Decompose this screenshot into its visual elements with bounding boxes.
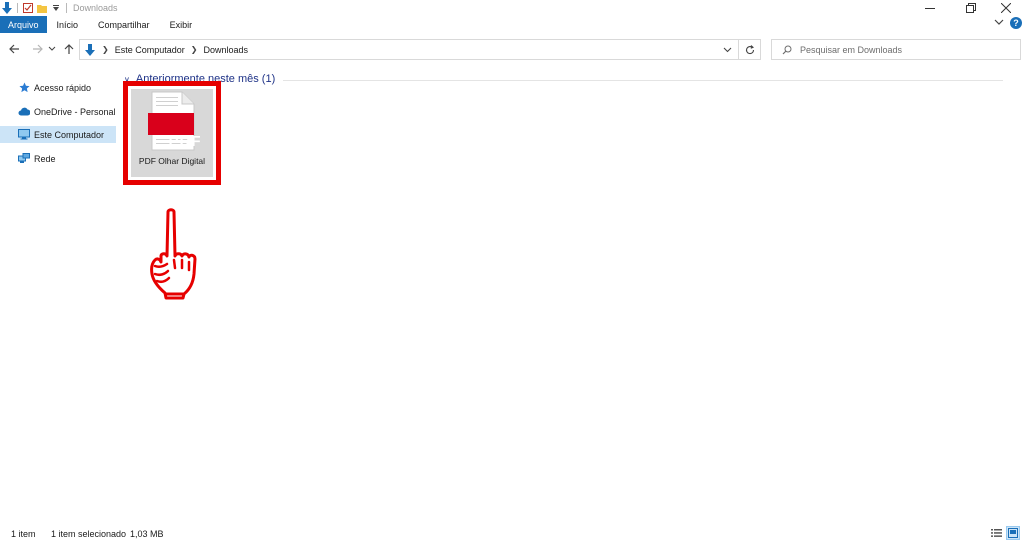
details-view-button[interactable] bbox=[989, 526, 1003, 540]
recent-locations-button[interactable] bbox=[47, 41, 57, 57]
sidebar-item-label: Acesso rápido bbox=[34, 82, 92, 93]
breadcrumb-chevron-icon[interactable]: ❯ bbox=[102, 45, 109, 54]
restore-icon bbox=[966, 3, 976, 13]
group-divider bbox=[283, 80, 1003, 81]
forward-button[interactable] bbox=[30, 41, 44, 57]
sidebar-item-label: Este Computador bbox=[34, 129, 105, 140]
sidebar-item-acesso-rapido[interactable]: Acesso rápido bbox=[0, 79, 116, 96]
sidebar-item-label: Rede bbox=[34, 153, 56, 164]
help-button[interactable]: ? bbox=[1010, 17, 1022, 29]
close-icon bbox=[1001, 3, 1011, 13]
new-folder-icon[interactable] bbox=[35, 1, 49, 15]
minimize-icon bbox=[925, 8, 935, 9]
quick-access-toolbar bbox=[0, 0, 70, 16]
toolbar-separator bbox=[17, 3, 18, 13]
breadcrumb-este-computador[interactable]: Este Computador bbox=[115, 45, 185, 55]
sidebar-item-label: OneDrive - Personal bbox=[34, 106, 116, 117]
cloud-icon bbox=[18, 106, 30, 118]
chevron-down-icon bbox=[994, 19, 1004, 25]
tab-inicio[interactable]: Início bbox=[47, 16, 89, 33]
status-bar: 1 item 1 item selecionado 1,03 MB bbox=[0, 523, 1024, 545]
large-icons-view-icon bbox=[1008, 528, 1018, 538]
up-button[interactable] bbox=[62, 41, 76, 57]
back-button[interactable] bbox=[7, 41, 21, 57]
status-size: 1,03 MB bbox=[130, 529, 164, 539]
minimize-button[interactable] bbox=[913, 0, 947, 16]
navigation-pane: Acesso rápido OneDrive - Personal Este C… bbox=[0, 66, 118, 521]
download-arrow-icon[interactable] bbox=[0, 1, 14, 15]
file-list-area[interactable]: ∨ Anteriormente neste mês (1) PDF PDF Ol… bbox=[118, 66, 1024, 521]
restore-button[interactable] bbox=[954, 0, 988, 16]
forward-arrow-icon bbox=[32, 44, 43, 54]
search-box[interactable] bbox=[771, 39, 1021, 60]
expand-ribbon-button[interactable] bbox=[994, 18, 1004, 28]
pdf-badge-text: PDF bbox=[168, 133, 202, 150]
recent-dropdown-icon bbox=[48, 46, 56, 51]
tab-arquivo[interactable]: Arquivo bbox=[0, 16, 47, 33]
file-tile-selection: PDF PDF Olhar Digital bbox=[131, 89, 213, 177]
ribbon-right-controls: ? bbox=[994, 17, 1022, 29]
status-selection: 1 item selecionado bbox=[51, 529, 127, 539]
close-button[interactable] bbox=[989, 0, 1023, 16]
customize-dropdown-icon[interactable] bbox=[49, 1, 63, 15]
sidebar-item-onedrive[interactable]: OneDrive - Personal bbox=[0, 103, 116, 120]
file-name-label: PDF Olhar Digital bbox=[138, 156, 206, 166]
toolbar-separator bbox=[66, 3, 67, 13]
status-item-count: 1 item bbox=[11, 529, 36, 539]
pointing-hand-icon bbox=[150, 208, 197, 300]
address-bar[interactable]: ❯ Este Computador ❯ Downloads bbox=[79, 39, 761, 60]
breadcrumb-downloads[interactable]: Downloads bbox=[203, 45, 248, 55]
address-dropdown-button[interactable] bbox=[720, 43, 734, 57]
properties-check-icon[interactable] bbox=[21, 1, 35, 15]
large-icons-view-button[interactable] bbox=[1006, 526, 1020, 540]
breadcrumb-chevron-icon[interactable]: ❯ bbox=[191, 45, 198, 54]
download-folder-icon bbox=[84, 43, 96, 56]
tab-compartilhar[interactable]: Compartilhar bbox=[88, 16, 160, 33]
network-icon bbox=[18, 153, 30, 165]
star-icon bbox=[18, 82, 30, 94]
sidebar-item-rede[interactable]: Rede bbox=[0, 150, 116, 167]
chevron-down-icon bbox=[723, 47, 731, 53]
refresh-icon bbox=[745, 44, 754, 54]
navigation-bar: ❯ Este Computador ❯ Downloads bbox=[0, 37, 1024, 61]
back-arrow-icon bbox=[8, 44, 19, 54]
search-input[interactable] bbox=[800, 44, 1000, 55]
tab-exibir[interactable]: Exibir bbox=[160, 16, 203, 33]
window-title: Downloads bbox=[73, 3, 118, 13]
sidebar-item-este-computador[interactable]: Este Computador bbox=[0, 126, 116, 143]
title-bar: Downloads bbox=[0, 0, 1024, 16]
file-tile-pdf-olhar-digital[interactable]: PDF PDF Olhar Digital bbox=[123, 81, 221, 185]
up-arrow-icon bbox=[64, 43, 74, 54]
ribbon-tabs: Arquivo Início Compartilhar Exibir ? bbox=[0, 16, 1024, 33]
details-view-icon bbox=[990, 529, 1002, 537]
search-icon bbox=[782, 45, 792, 55]
refresh-button[interactable] bbox=[738, 40, 760, 59]
computer-icon bbox=[18, 129, 30, 141]
